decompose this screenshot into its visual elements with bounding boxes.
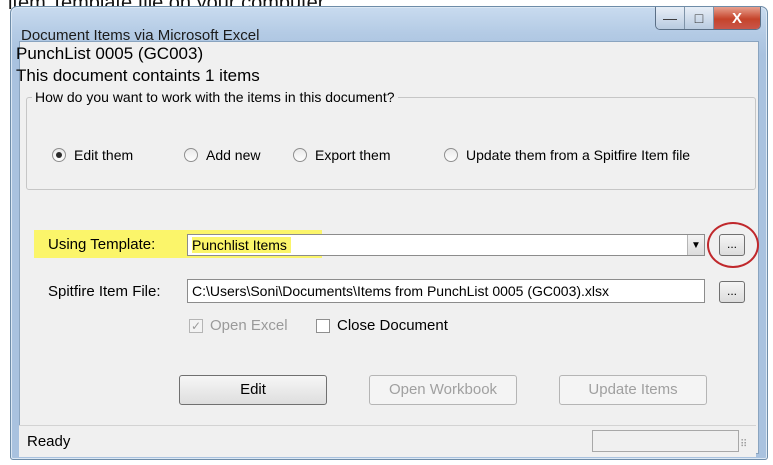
radio-label: Add new [206, 147, 261, 163]
resize-grip-icon[interactable]: ⠿ [740, 440, 752, 454]
checkbox-label: Open Excel [210, 317, 288, 334]
item-file-input[interactable]: C:\Users\Soni\Documents\Items from Punch… [187, 279, 705, 303]
item-file-browse-button[interactable]: ... [719, 281, 745, 303]
radio-label: Update them from a Spitfire Item file [466, 147, 691, 163]
chevron-down-icon[interactable]: ▼ [687, 235, 704, 255]
radio-add-new[interactable]: Add new [184, 147, 260, 163]
checkmark-icon: ✓ [189, 318, 203, 333]
close-icon: X [731, 9, 742, 27]
caption-buttons: — □ X [655, 7, 761, 30]
update-items-button[interactable]: Update Items [559, 375, 707, 405]
close-document-checkbox[interactable]: Close Document [316, 317, 448, 334]
item-file-label: Spitfire Item File: [48, 283, 161, 300]
close-button[interactable]: X [714, 7, 760, 29]
template-combobox[interactable]: Punchlist Items ▼ [187, 234, 705, 256]
radio-update-from-file[interactable]: Update them from a Spitfire Item file [444, 147, 690, 163]
open-excel-checkbox[interactable]: ✓ Open Excel [189, 317, 288, 334]
radio-edit-them[interactable]: Edit them [52, 147, 133, 163]
maximize-button[interactable]: □ [685, 7, 714, 29]
open-workbook-button[interactable]: Open Workbook [369, 375, 517, 405]
radio-label: Export them [315, 147, 391, 163]
radio-unselected-icon [293, 148, 307, 162]
checkbox-label: Close Document [337, 317, 448, 334]
radio-export-them[interactable]: Export them [293, 147, 390, 163]
checkbox-empty-icon [316, 318, 330, 333]
minimize-icon: — [663, 10, 677, 26]
radio-label: Edit them [74, 147, 134, 163]
annotation-circle [707, 222, 759, 268]
template-value: Punchlist Items [192, 237, 291, 253]
radio-unselected-icon [184, 148, 198, 162]
radio-selected-icon [52, 148, 66, 162]
mode-group-legend: How do you want to work with the items i… [32, 89, 398, 105]
document-name: PunchList 0005 (GC003) [16, 44, 204, 63]
maximize-icon: □ [694, 10, 704, 26]
radio-unselected-icon [444, 148, 458, 162]
status-progress-panel [592, 430, 739, 452]
minimize-button[interactable]: — [656, 7, 685, 29]
document-item-count: This document containts 1 items [16, 66, 260, 85]
mode-groupbox [26, 97, 756, 190]
status-bar: Ready ⠿ [19, 425, 756, 457]
template-label: Using Template: [48, 236, 156, 253]
edit-button[interactable]: Edit [179, 375, 327, 405]
status-text: Ready [27, 433, 71, 450]
